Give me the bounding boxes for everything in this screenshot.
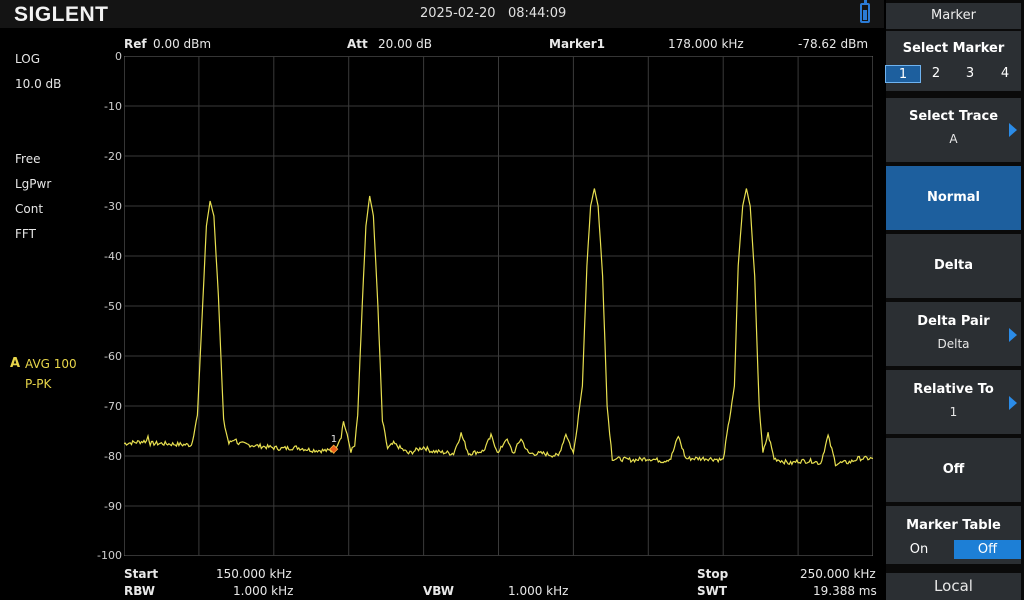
submenu-arrow-icon [1009,396,1017,410]
select-marker-label: Select Marker [902,41,1005,56]
marker-table-label: Marker Table [906,518,1001,533]
delta-pair-button[interactable]: Delta Pair Delta [886,302,1021,366]
y-tick-label: -10 [104,100,122,113]
y-tick-label: -30 [104,200,122,213]
marker-frequency: 178.000 kHz [668,37,744,51]
spectrum-plot[interactable]: 1 [124,56,873,556]
brand-logo: SIGLENT [14,3,109,26]
relative-to-label: Relative To [913,382,994,397]
delta-label: Delta [933,258,974,273]
attenuation-value: 20.00 dB [378,37,433,51]
start-freq-label: Start [124,567,159,581]
relative-to-button[interactable]: Relative To 1 [886,370,1021,434]
stop-freq-label: Stop [697,567,729,581]
rbw-label: RBW [124,584,155,598]
marker-1-indicator: 1 [329,434,339,454]
y-tick-label: -80 [104,450,122,463]
relative-to-value: 1 [949,405,958,419]
ref-level-label: Ref [124,37,147,51]
y-tick-label: -60 [104,350,122,363]
marker-option-2[interactable]: 2 [921,65,951,83]
y-tick-label: -100 [97,549,122,562]
sweep-mode-cont: Cont [15,202,44,216]
vbw-label: VBW [423,584,455,598]
marker-option-3[interactable]: 3 [955,65,985,83]
ref-level-value: 0.00 dBm [153,37,212,51]
battery-icon [860,0,870,23]
swt-label: SWT [697,584,728,598]
local-button[interactable]: Local [886,573,1021,600]
marker-table-off-option[interactable]: Off [954,540,1021,559]
start-freq-value: 150.000 kHz [216,567,292,581]
select-trace-button[interactable]: Select Trace A [886,98,1021,162]
y-tick-label: -20 [104,150,122,163]
trace-detector: P-PK [25,377,52,391]
rbw-value: 1.000 kHz [233,584,294,598]
y-tick-label: -70 [104,400,122,413]
scale-per-div: 10.0 dB [15,77,62,91]
sweep-mode-free: Free [15,152,41,166]
marker-name: Marker1 [549,37,606,51]
sweep-mode-lgpwr: LgPwr [15,177,52,191]
delta-pair-label: Delta Pair [917,314,990,329]
sweep-mode-fft: FFT [15,227,36,241]
swt-value: 19.388 ms [813,584,877,598]
submenu-arrow-icon [1009,123,1017,137]
date-time: 2025-02-20 08:44:09 [420,6,567,21]
marker-1-number: 1 [331,434,337,445]
delta-button[interactable]: Delta [886,234,1021,298]
off-button[interactable]: Off [886,438,1021,502]
marker-option-4[interactable]: 4 [990,65,1020,83]
marker-table-on-option[interactable]: On [886,540,952,559]
off-label: Off [942,462,965,477]
y-tick-label: -90 [104,500,122,513]
select-trace-value: A [949,132,958,146]
normal-button[interactable]: Normal [886,166,1021,230]
scale-type: LOG [15,52,41,66]
trace-average: AVG 100 [25,357,77,371]
menu-title: Marker [886,3,1021,29]
y-tick-label: -50 [104,300,122,313]
marker-option-1[interactable]: 1 [885,65,921,83]
delta-pair-value: Delta [937,337,970,351]
vbw-value: 1.000 kHz [508,584,569,598]
submenu-arrow-icon [1009,328,1017,342]
marker-level: -78.62 dBm [798,37,869,51]
trace-id: A [10,356,21,371]
normal-label: Normal [927,190,980,205]
y-tick-label: -40 [104,250,122,263]
select-trace-label: Select Trace [908,109,999,124]
attenuation-label: Att [347,37,368,51]
stop-freq-value: 250.000 kHz [800,567,876,581]
y-tick-label: 0 [115,50,122,63]
